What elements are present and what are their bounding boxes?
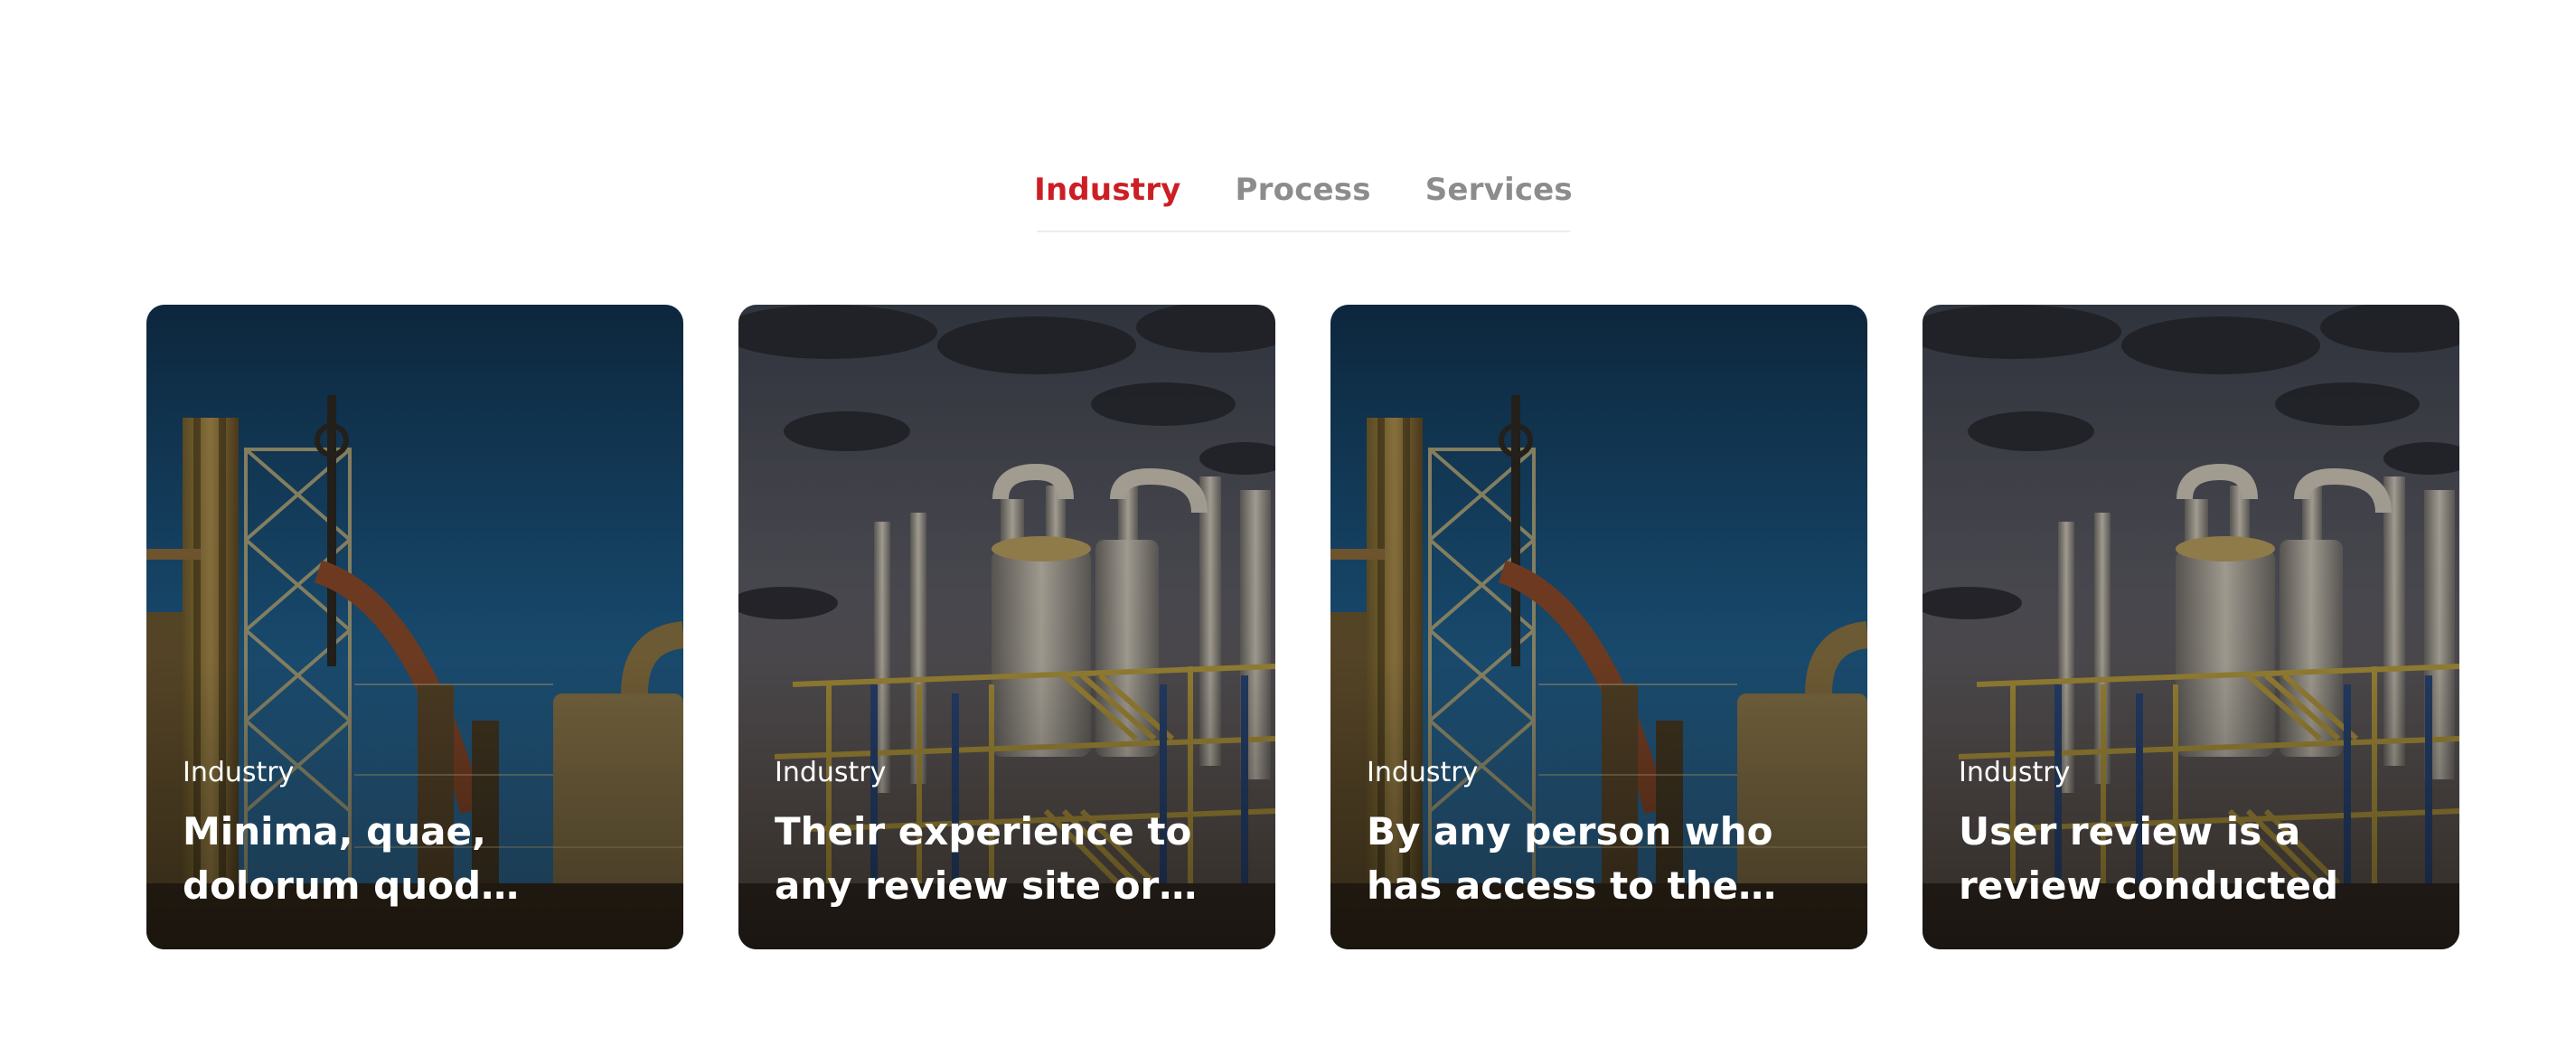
card-meta: Industry Their experience to any review … <box>775 757 1248 913</box>
post-card[interactable]: Industry Minima, quae, dolorum quod mole… <box>146 305 683 949</box>
card-grid: Industry Minima, quae, dolorum quod mole… <box>146 305 2460 949</box>
card-category[interactable]: Industry <box>183 757 656 788</box>
post-card[interactable]: Industry By any person who has access to… <box>1330 305 1867 949</box>
category-tabs: Industry Process Services <box>1034 158 1573 232</box>
card-category[interactable]: Industry <box>1959 757 2432 788</box>
card-category[interactable]: Industry <box>1367 757 1840 788</box>
card-meta: Industry By any person who has access to… <box>1367 757 1840 913</box>
post-card[interactable]: Industry User review is a review conduct… <box>1923 305 2459 949</box>
card-title[interactable]: User review is a review conducted <box>1959 805 2432 913</box>
card-meta: Industry User review is a review conduct… <box>1959 757 2432 913</box>
card-title[interactable]: Their experience to any review site or s… <box>775 805 1248 913</box>
tab-industry[interactable]: Industry <box>1034 172 1180 208</box>
card-meta: Industry Minima, quae, dolorum quod mole… <box>183 757 656 913</box>
card-category[interactable]: Industry <box>775 757 1248 788</box>
card-title[interactable]: Minima, quae, dolorum quod molestiae lab… <box>183 805 656 913</box>
post-card[interactable]: Industry Their experience to any review … <box>738 305 1275 949</box>
card-title[interactable]: By any person who has access to the inte… <box>1367 805 1840 913</box>
tab-process[interactable]: Process <box>1236 172 1371 208</box>
tab-services[interactable]: Services <box>1425 172 1573 208</box>
